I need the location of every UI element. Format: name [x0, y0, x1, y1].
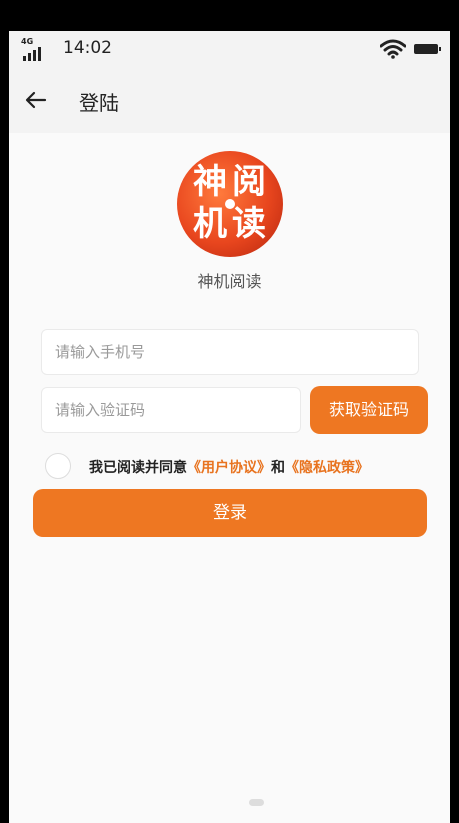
logo-char: 读	[232, 204, 266, 244]
agreement-row: 我已阅读并同意《用户协议》和《隐私政策》	[45, 453, 445, 483]
back-arrow-icon[interactable]	[23, 87, 49, 113]
phone-input[interactable]: 请输入手机号	[41, 329, 419, 375]
battery-icon	[414, 44, 441, 54]
status-time: 14:02	[63, 38, 112, 58]
app-name: 神机阅读	[197, 272, 262, 291]
logo-char: 阅	[232, 162, 266, 202]
page-title: 登陆	[79, 91, 119, 115]
login-button[interactable]: 登录	[33, 489, 427, 537]
agreement-text: 我已阅读并同意《用户协议》和《隐私政策》	[89, 457, 369, 477]
status-bar: 4G 14:02	[9, 31, 450, 67]
signal-icon: 4G	[21, 37, 47, 61]
privacy-policy-link[interactable]: 《隐私政策》	[285, 460, 369, 476]
wifi-icon	[379, 39, 407, 63]
agreement-and: 和	[271, 460, 285, 476]
home-indicator	[249, 799, 264, 806]
logo-char: 神	[193, 162, 227, 202]
logo-dot	[225, 199, 235, 209]
user-agreement-link[interactable]: 《用户协议》	[187, 460, 271, 476]
agreement-prefix: 我已阅读并同意	[89, 460, 187, 476]
network-label: 4G	[21, 37, 34, 46]
app-logo: 神 阅 机 读	[177, 151, 283, 257]
login-content: 神 阅 机 读 神机阅读 请输入手机号 请输入验证码 获取验证码 我已阅读并同意…	[9, 133, 450, 823]
phone-screen: 4G 14:02 登陆 神 阅 机 读 神机阅读 请输入手机号 请输入验证码 获…	[9, 31, 450, 823]
logo-char: 机	[193, 204, 227, 244]
verification-code-input[interactable]: 请输入验证码	[41, 387, 301, 433]
agreement-checkbox[interactable]	[45, 453, 71, 479]
title-bar: 登陆	[9, 67, 450, 133]
get-code-button[interactable]: 获取验证码	[310, 386, 428, 434]
